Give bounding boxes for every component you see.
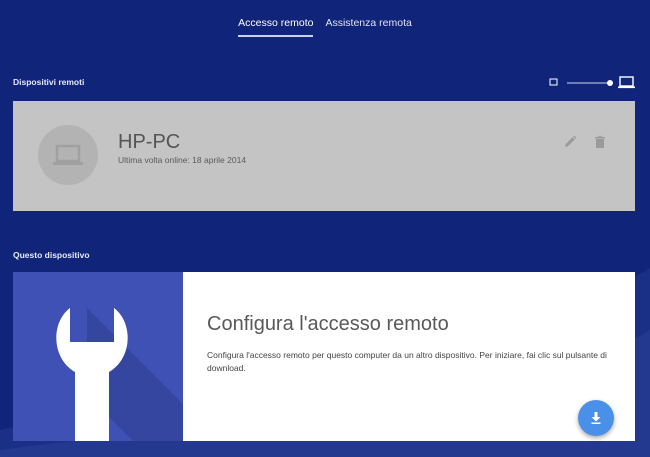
- tab-remote-access[interactable]: Accesso remoto: [238, 0, 314, 38]
- remote-device-card[interactable]: HP-PC Ultima volta online: 18 aprile 201…: [13, 101, 635, 211]
- setup-remote-access-card: Configura l'accesso remoto Configura l'a…: [13, 272, 635, 441]
- small-screen-icon[interactable]: [549, 78, 558, 86]
- trash-icon: [595, 135, 605, 148]
- tab-remote-support[interactable]: Assistenza remota: [325, 0, 411, 38]
- laptop-icon[interactable]: [618, 76, 635, 89]
- this-device-label: Questo dispositivo: [13, 250, 90, 260]
- device-name: HP-PC: [118, 131, 181, 153]
- setup-description: Configura l'accesso remoto per questo co…: [207, 350, 607, 373]
- setup-title: Configura l'accesso remoto: [207, 313, 449, 335]
- delete-device-button[interactable]: [593, 135, 607, 149]
- laptop-icon: [53, 144, 83, 165]
- toggle-knob: [607, 80, 613, 86]
- setup-illustration: [13, 272, 183, 441]
- device-avatar: [38, 125, 98, 185]
- mode-tabs: Accesso remoto Assistenza remota: [0, 0, 650, 40]
- remote-devices-label: Dispositivi remoti: [13, 77, 85, 87]
- pencil-icon: [565, 135, 577, 147]
- download-icon: [591, 412, 601, 424]
- device-last-online: Ultima volta online: 18 aprile 2014: [118, 155, 247, 165]
- download-button[interactable]: [578, 400, 614, 436]
- view-size-toggle[interactable]: [548, 74, 636, 92]
- rename-device-button[interactable]: [563, 135, 577, 149]
